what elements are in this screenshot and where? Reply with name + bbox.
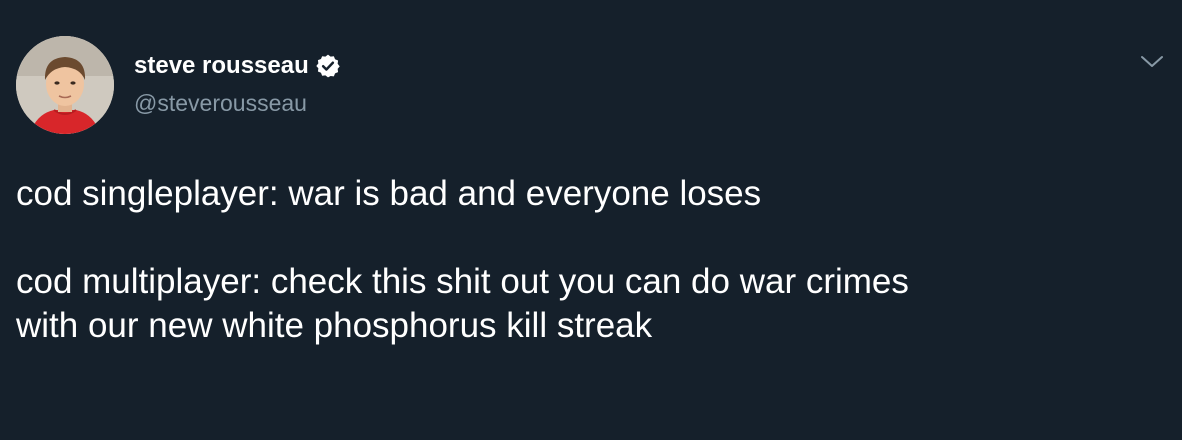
tweet: steve rousseau @steverousseau cod single… bbox=[0, 0, 1182, 440]
tweet-text-line: cod singleplayer: war is bad and everyon… bbox=[16, 174, 762, 213]
tweet-text: cod singleplayer: war is bad and everyon… bbox=[16, 172, 1166, 348]
tweet-text-line: with our new white phosphorus kill strea… bbox=[16, 306, 653, 345]
author-handle[interactable]: @steverousseau bbox=[134, 90, 307, 117]
tweet-text-line: cod multiplayer: check this shit out you… bbox=[16, 262, 909, 301]
verified-badge-icon bbox=[315, 53, 341, 79]
avatar[interactable] bbox=[16, 36, 114, 134]
author-name-row[interactable]: steve rousseau bbox=[134, 52, 341, 80]
author-display-name[interactable]: steve rousseau bbox=[134, 52, 309, 80]
chevron-down-icon[interactable] bbox=[1138, 50, 1166, 74]
